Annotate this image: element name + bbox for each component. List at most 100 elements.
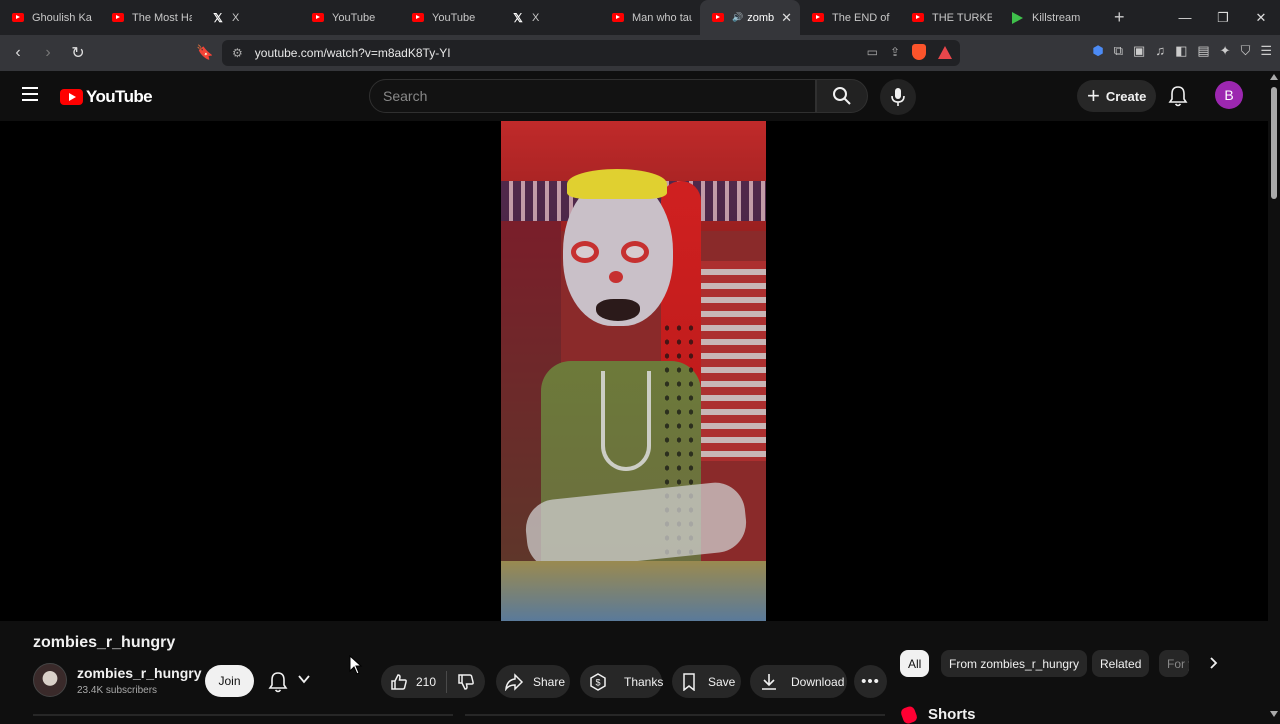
more-horizontal-icon: ••• xyxy=(861,673,880,690)
video-title: zombies_r_hungry xyxy=(33,634,176,651)
menu-icon[interactable]: ☰ xyxy=(1260,43,1272,59)
browser-tab[interactable]: YouTube xyxy=(300,0,400,35)
save-bookmark-icon xyxy=(683,672,695,691)
browser-tab[interactable]: Ghoulish Kare xyxy=(0,0,100,35)
account-avatar[interactable]: B xyxy=(1215,81,1243,109)
thumbs-down-icon[interactable] xyxy=(457,673,475,691)
browser-tab[interactable]: THE TURKEY xyxy=(900,0,1000,35)
channel-avatar[interactable] xyxy=(33,663,67,697)
scroll-up-icon[interactable] xyxy=(1270,74,1278,80)
search-input[interactable]: Search xyxy=(369,79,816,113)
search-button[interactable] xyxy=(816,79,868,113)
reload-icon[interactable]: ↻ xyxy=(66,43,90,63)
split-view-icon[interactable]: ◧ xyxy=(1175,43,1187,59)
back-icon[interactable]: ‹ xyxy=(6,44,30,62)
minimize-icon[interactable]: — xyxy=(1166,10,1204,25)
speaker-icon[interactable]: 🔊 xyxy=(732,12,743,23)
join-button[interactable]: Join xyxy=(205,665,254,697)
browser-tab[interactable]: The Most Hat xyxy=(100,0,200,35)
plus-icon: + xyxy=(1087,83,1100,108)
chevron-right-icon[interactable] xyxy=(1205,655,1221,671)
browser-tab[interactable]: The END of L xyxy=(800,0,900,35)
browser-tab[interactable]: 𝕏X xyxy=(200,0,300,35)
scroll-thumb[interactable] xyxy=(1271,87,1277,199)
youtube-logo[interactable]: YouTube xyxy=(60,87,153,107)
x-icon: 𝕏 xyxy=(513,10,523,25)
save-button[interactable]: Save xyxy=(672,665,741,698)
browser-tab[interactable]: 𝕏X xyxy=(500,0,600,35)
tab-label: Killstream xyxy=(1032,11,1081,24)
chip-for-you[interactable]: For y xyxy=(1159,650,1189,677)
subscription-bell-icon[interactable] xyxy=(268,671,288,693)
tab-label: Man who tau xyxy=(632,11,692,24)
youtube-icon xyxy=(312,13,324,22)
chip-all[interactable]: All xyxy=(900,650,930,677)
cast-icon[interactable]: ▭ xyxy=(867,45,878,59)
close-window-icon[interactable]: ✕ xyxy=(1242,10,1280,26)
browser-tab[interactable]: Man who tau xyxy=(600,0,700,35)
forward-icon[interactable]: › xyxy=(36,44,60,62)
window-controls: — ❐ ✕ xyxy=(1166,0,1280,35)
tab-label: YouTube xyxy=(432,11,476,24)
tab-label: zomb xyxy=(747,11,775,24)
like-divider xyxy=(446,670,448,693)
media-icon[interactable]: ♫ xyxy=(1155,43,1165,59)
download-button[interactable]: Download xyxy=(750,665,847,698)
wallet-icon[interactable]: ⬢ xyxy=(1092,43,1103,59)
svg-text:$: $ xyxy=(595,677,600,687)
killstream-icon xyxy=(1012,11,1023,24)
video-player[interactable] xyxy=(0,121,1268,621)
tab-label: X xyxy=(232,11,240,24)
voice-search-button[interactable] xyxy=(880,79,916,115)
channel-name[interactable]: zombies_r_hungry xyxy=(77,665,201,681)
create-button[interactable]: + Create xyxy=(1077,80,1156,112)
address-bar[interactable]: ⚙ youtube.com/watch?v=m8adK8Ty-YI ▭ ⇪ xyxy=(222,40,960,66)
share-button[interactable]: Share xyxy=(496,665,570,698)
page-scrollbar[interactable] xyxy=(1268,71,1280,720)
more-actions-button[interactable]: ••• xyxy=(854,665,887,698)
tab-label: Ghoulish Kare xyxy=(32,11,92,24)
microphone-icon xyxy=(891,88,905,106)
chip-related[interactable]: Related xyxy=(1092,650,1150,677)
browser-tab[interactable]: YouTube xyxy=(400,0,500,35)
url-text[interactable]: youtube.com/watch?v=m8adK8Ty-YI xyxy=(255,46,451,60)
comment-box-divider xyxy=(33,714,453,716)
extensions-icon[interactable]: ⧉ xyxy=(1114,43,1123,59)
like-count[interactable]: 210 xyxy=(416,675,436,689)
close-icon[interactable]: ✕ xyxy=(781,10,792,26)
vpn-icon[interactable]: ⛉ xyxy=(1241,43,1251,59)
sidebar-icon[interactable]: ▣ xyxy=(1133,43,1145,59)
bookmark-icon[interactable]: 🔖 xyxy=(196,44,213,61)
browser-tab[interactable]: Killstream xyxy=(1000,0,1100,35)
brave-rewards-icon[interactable] xyxy=(938,45,952,59)
youtube-logo-icon xyxy=(60,89,83,105)
share-page-icon[interactable]: ⇪ xyxy=(890,45,900,59)
youtube-icon xyxy=(412,13,424,22)
site-settings-icon[interactable]: ⚙ xyxy=(232,46,243,60)
thanks-icon: $ xyxy=(590,672,606,691)
leo-ai-icon[interactable]: ✦ xyxy=(1220,43,1231,59)
brave-shields-icon[interactable] xyxy=(912,44,926,60)
wallet-card-icon[interactable]: ▤ xyxy=(1197,43,1209,59)
shorts-label: Shorts xyxy=(928,706,976,723)
description-divider xyxy=(465,714,885,716)
browser-tab-strip: Ghoulish Kare The Most Hat 𝕏X YouTube Yo… xyxy=(0,0,1280,35)
share-label: Share xyxy=(533,674,566,689)
restore-icon[interactable]: ❐ xyxy=(1204,10,1242,26)
guide-menu-icon[interactable] xyxy=(22,87,38,101)
new-tab-button[interactable]: + xyxy=(1114,7,1125,28)
chevron-down-icon[interactable] xyxy=(297,672,311,686)
x-icon: 𝕏 xyxy=(213,10,223,25)
notifications-bell-icon[interactable] xyxy=(1168,85,1188,107)
youtube-icon xyxy=(12,13,24,22)
shorts-icon xyxy=(899,704,919,724)
browser-tab-active[interactable]: 🔊 zomb ✕ xyxy=(700,0,800,35)
thanks-button[interactable]: $ Thanks xyxy=(580,665,663,698)
chip-from-channel[interactable]: From zombies_r_hungry xyxy=(941,650,1088,677)
youtube-header: YouTube Search + Create B xyxy=(0,71,1268,121)
thumbs-up-icon[interactable] xyxy=(390,673,408,691)
video-frame[interactable] xyxy=(501,121,766,621)
tab-label: THE TURKEY xyxy=(932,11,992,24)
download-icon xyxy=(762,673,776,690)
scroll-down-icon[interactable] xyxy=(1270,711,1278,717)
